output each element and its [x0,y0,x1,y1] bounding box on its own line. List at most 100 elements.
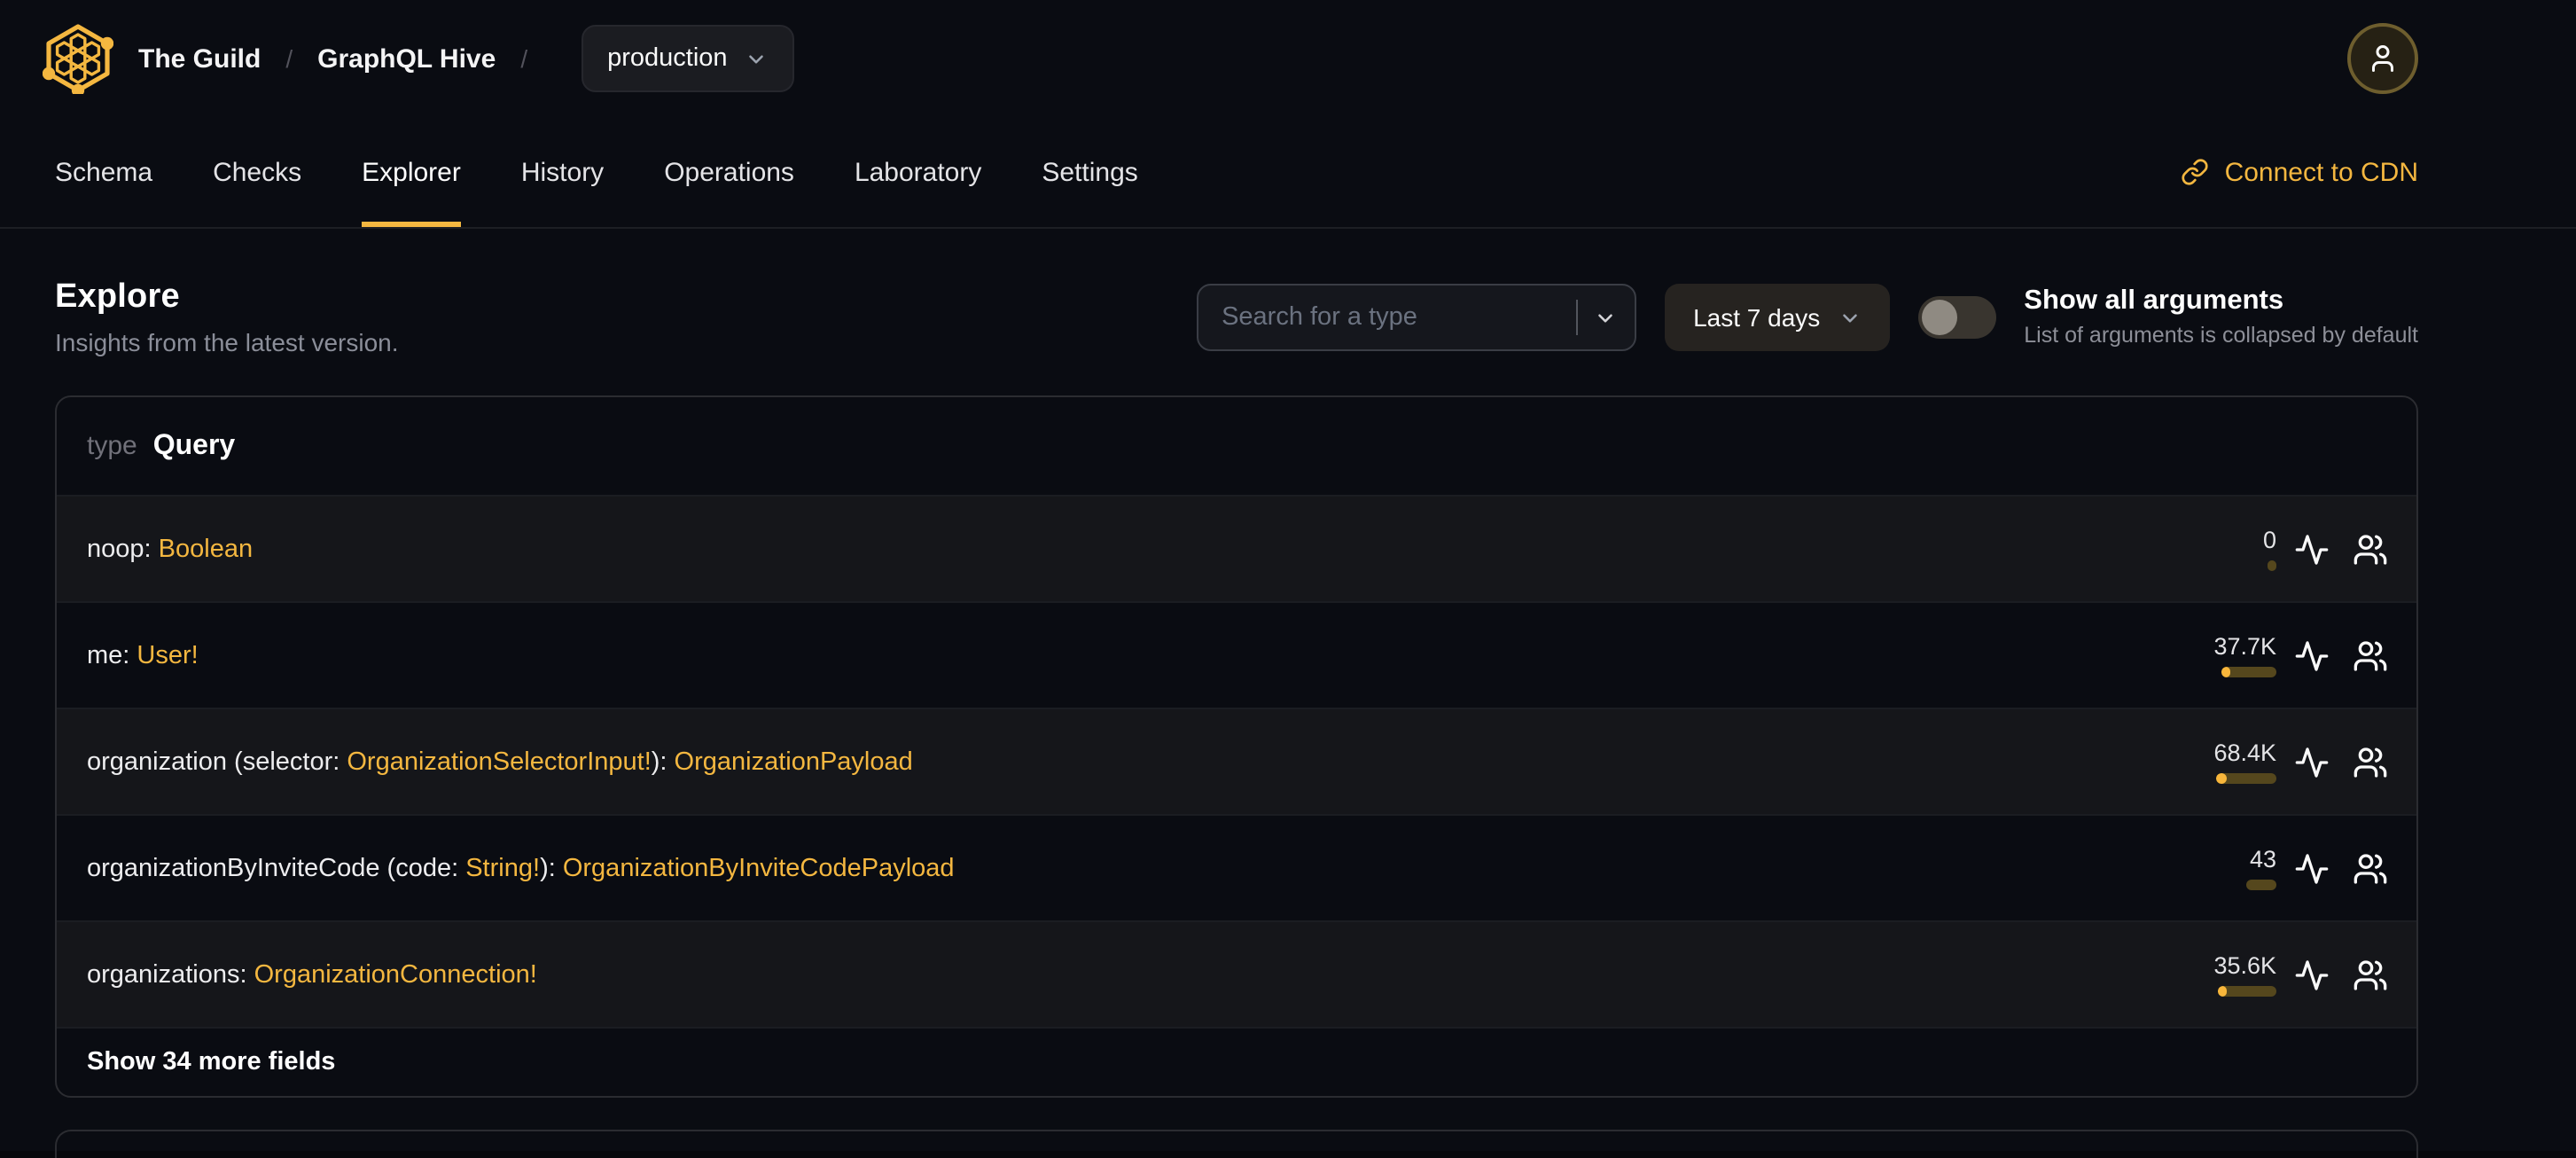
target-selector-value: production [607,44,728,73]
tab-schema[interactable]: Schema [55,117,152,227]
type-link[interactable]: Boolean [159,535,253,563]
users-icon[interactable] [2353,531,2388,567]
page-subtitle: Insights from the latest version. [55,328,399,356]
type-link[interactable]: OrganizationPayload [675,747,913,776]
graphql-hive-app: The Guild / GraphQL Hive / production Sc… [0,0,2576,1158]
chevron-down-icon [749,54,764,63]
usage-bar [2218,986,2276,997]
hive-logo-icon[interactable] [43,23,113,94]
activity-icon[interactable] [2294,957,2330,992]
connect-to-cdn-label: Connect to CDN [2224,157,2418,187]
field-signature: noop: Boolean [87,535,253,563]
field-text: ): [540,854,563,882]
field-stats: 43 [2246,846,2388,890]
field-text: organization (selector: [87,747,347,776]
user-icon [2372,45,2393,72]
type-search-input[interactable] [1222,303,1561,332]
usage-count: 43 [2249,846,2276,872]
page-heading: Explore Insights from the latest version… [55,278,399,356]
breadcrumb-project[interactable]: GraphQL Hive [317,43,496,74]
usage-count: 0 [2262,527,2276,553]
usage-count: 37.7K [2213,633,2276,660]
field-row: me: User! 37.7K [57,603,2416,709]
usage-stat: 68.4K [2213,739,2276,784]
field-text: organizationByInviteCode (code: [87,854,466,882]
project-nav: Schema Checks Explorer History Operations Lab… [0,117,2576,229]
field-text: ): [651,747,675,776]
activity-icon[interactable] [2294,638,2330,673]
field-text: me: [87,641,137,669]
connect-to-cdn-link[interactable]: Connect to CDN [2181,117,2418,227]
toggle-subtitle: List of arguments is collapsed by defaul… [2024,323,2418,348]
usage-stat: 0 [2263,527,2276,571]
field-signature: me: User! [87,641,199,669]
next-type-card-partial [55,1130,2418,1158]
divider [1576,300,1579,335]
chevron-down-icon [1842,313,1857,322]
type-name: Query [152,430,236,460]
usage-count: 68.4K [2213,739,2276,766]
type-link[interactable]: OrganizationConnection! [254,960,537,989]
toggle-knob [1921,300,1957,335]
users-icon[interactable] [2353,638,2388,673]
field-row: organizations: OrganizationConnection! 35… [57,922,2416,1029]
type-link[interactable]: OrganizationSelectorInput! [347,747,651,776]
tab-checks[interactable]: Checks [213,117,301,227]
usage-bar [2216,773,2276,784]
field-signature: organizations: OrganizationConnection! [87,960,537,989]
toggle-title: Show all arguments [2024,286,2284,316]
users-icon[interactable] [2353,850,2388,886]
target-selector[interactable]: production [581,25,795,92]
explore-controls: Last 7 days Show all arguments List of a… [1197,284,2418,351]
tab-operations[interactable]: Operations [664,117,794,227]
users-icon[interactable] [2353,744,2388,779]
type-card-header: type Query [57,397,2416,497]
tab-settings[interactable]: Settings [1042,117,1137,227]
type-kind-label: type [87,431,137,461]
field-signature: organization (selector: OrganizationSele… [87,747,913,776]
period-value: Last 7 days [1693,303,1821,332]
tab-explorer[interactable]: Explorer [362,117,461,227]
type-link[interactable]: User! [137,641,198,669]
usage-bar [2268,560,2276,571]
period-selector[interactable]: Last 7 days [1665,284,1890,351]
show-more-fields-label: Show 34 more fields [87,1048,336,1076]
activity-icon[interactable] [2294,744,2330,779]
type-card-query: type Query noop: Boolean 0 me: User! 37.7K… [55,395,2418,1098]
toggle-labels: Show all arguments List of arguments is … [2024,284,2418,351]
breadcrumb-org[interactable]: The Guild [138,43,261,74]
field-row: noop: Boolean 0 [57,497,2416,603]
breadcrumb-separator: / [520,44,528,73]
show-more-fields-button[interactable]: Show 34 more fields [57,1029,2416,1096]
field-text: organizations: [87,960,254,989]
nav-tabs: Schema Checks Explorer History Operations Lab… [55,117,1138,227]
type-link[interactable]: OrganizationByInviteCodePayload [563,854,955,882]
field-text: noop: [87,535,159,563]
activity-icon[interactable] [2294,850,2330,886]
field-stats: 35.6K [2213,952,2388,997]
field-rows: noop: Boolean 0 me: User! 37.7K organizati… [57,497,2416,1029]
usage-stat: 43 [2246,846,2276,890]
users-icon[interactable] [2353,957,2388,992]
field-stats: 0 [2263,527,2388,571]
explore-page: Explore Insights from the latest version… [0,278,2576,1158]
show-all-arguments-toggle[interactable] [1917,296,1996,339]
usage-bar [2246,880,2276,890]
field-stats: 37.7K [2213,633,2388,677]
field-row: organization (selector: OrganizationSele… [57,709,2416,816]
user-avatar[interactable] [2347,23,2418,94]
topbar: The Guild / GraphQL Hive / production [0,0,2576,117]
usage-stat: 37.7K [2213,633,2276,677]
field-row: organizationByInviteCode (code: String!)… [57,816,2416,922]
usage-bar [2221,667,2276,677]
field-signature: organizationByInviteCode (code: String!)… [87,854,955,882]
usage-count: 35.6K [2213,952,2276,979]
activity-icon[interactable] [2294,531,2330,567]
field-stats: 68.4K [2213,739,2388,784]
tab-laboratory[interactable]: Laboratory [855,117,981,227]
type-link[interactable]: String! [465,854,540,882]
link-icon [2182,159,2208,185]
type-search-combobox[interactable] [1197,284,1637,351]
tab-history[interactable]: History [521,117,604,227]
chevron-down-icon[interactable] [1594,306,1617,329]
